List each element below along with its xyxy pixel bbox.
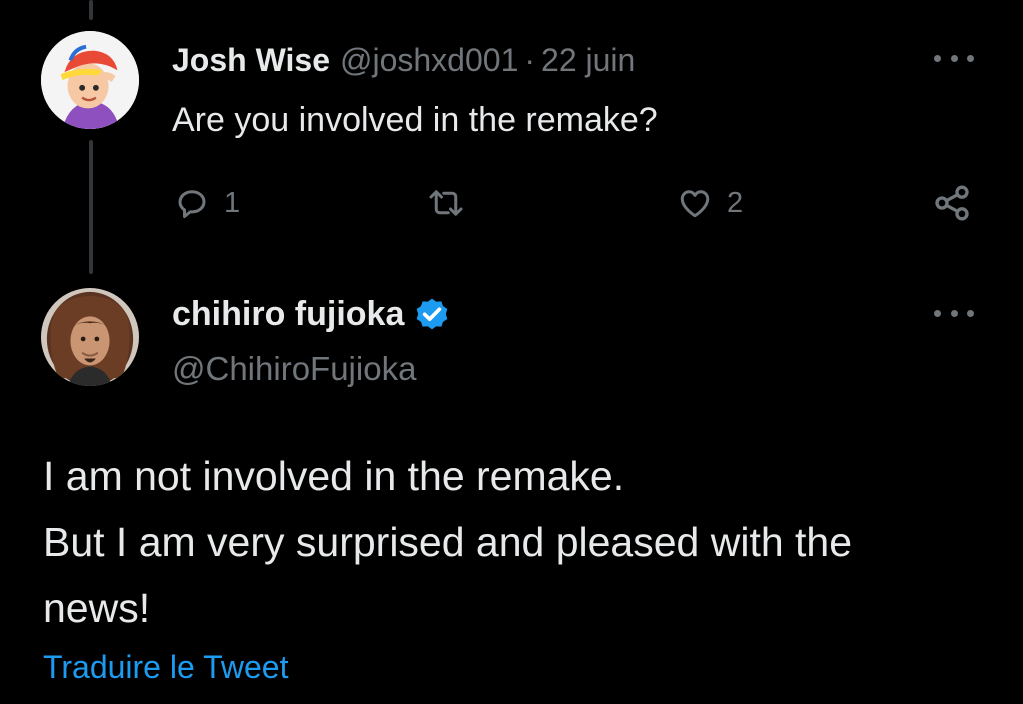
thread-line-top — [89, 0, 93, 20]
chihiro-fujioka-avatar[interactable] — [41, 288, 139, 386]
translate-tweet-link[interactable]: Traduire le Tweet — [43, 645, 288, 689]
josh-wise-avatar[interactable] — [41, 31, 139, 129]
reply-author-handle[interactable]: @joshxd001 — [340, 42, 518, 78]
retweet-button[interactable] — [426, 180, 466, 226]
share-button[interactable] — [932, 180, 972, 226]
reply-button[interactable]: 1 — [174, 180, 240, 226]
tweet-author-handle[interactable]: @ChihiroFujioka — [172, 347, 416, 391]
thread-line — [89, 140, 93, 274]
more-dot — [967, 54, 974, 62]
header-separator: · — [524, 42, 536, 78]
cartoon-avatar-icon — [41, 31, 139, 129]
reply-header: Josh Wise @joshxd001 · 22 juin — [172, 38, 635, 82]
tweet-author-name[interactable]: chihiro fujioka — [172, 292, 404, 336]
photo-avatar-icon — [41, 288, 139, 386]
reply-date[interactable]: 22 juin — [541, 42, 635, 78]
reply-text: Are you involved in the remake? — [172, 101, 658, 139]
more-dot — [950, 54, 958, 62]
more-dot — [967, 309, 974, 317]
reply-count: 1 — [224, 186, 241, 219]
retweet-icon — [429, 190, 463, 216]
tweet-text-line: news! — [43, 585, 151, 631]
tweet-text-line: But I am very surprised and pleased with… — [43, 519, 853, 565]
comment-icon — [178, 190, 206, 218]
tweet-author-name-row: chihiro fujioka — [172, 292, 452, 336]
tweet-text-line: I am not involved in the remake. — [43, 453, 625, 499]
like-count: 2 — [727, 186, 744, 219]
more-dot — [950, 309, 958, 317]
reply-more-options-button[interactable] — [934, 48, 974, 68]
share-icon — [935, 185, 969, 221]
verified-badge-icon[interactable] — [412, 294, 452, 334]
like-button[interactable]: 2 — [677, 180, 743, 226]
tweet-more-options-button[interactable] — [934, 303, 974, 323]
heart-icon — [680, 190, 710, 218]
reply-action-bar: 1 2 — [172, 180, 982, 226]
more-dot — [934, 309, 941, 317]
more-dot — [934, 54, 941, 62]
reply-author-name[interactable]: Josh Wise — [172, 42, 330, 78]
tweet-text: I am not involved in the remake. But I a… — [43, 443, 1003, 641]
